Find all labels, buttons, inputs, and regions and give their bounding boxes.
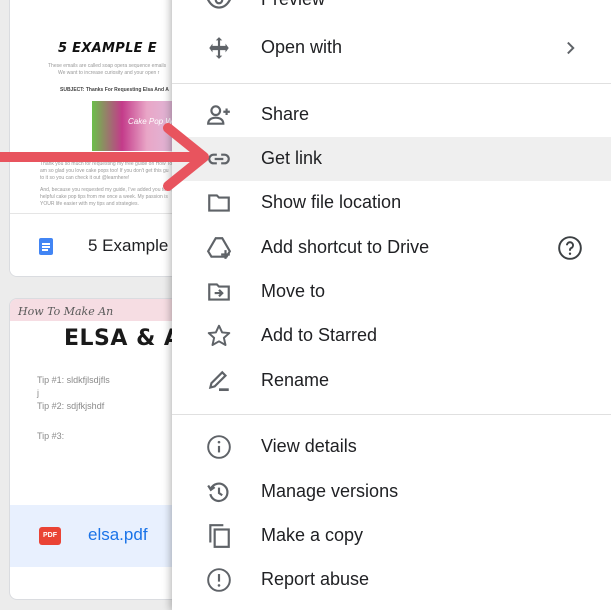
menu-item-label: Share (261, 104, 310, 124)
menu-item-label: View details (261, 436, 357, 456)
menu-item-add-to-starred[interactable]: Add to Starred (172, 314, 611, 358)
google-docs-icon (39, 238, 53, 255)
menu-divider (172, 414, 611, 415)
menu-item-label: Add shortcut to Drive (261, 237, 430, 257)
menu-item-label: Show file location (261, 192, 402, 212)
menu-item-report-abuse[interactable]: Report abuse (172, 558, 611, 602)
doc-preview-text: These emails are called soap opera seque… (48, 63, 167, 69)
report-icon (206, 567, 232, 593)
file-name[interactable]: 5 Example (88, 236, 168, 256)
pdf-preview-text: Tip #3: (37, 431, 65, 441)
menu-item-share[interactable]: Share (172, 93, 611, 137)
menu-divider (172, 83, 611, 84)
menu-item-label: Make a copy (261, 525, 364, 545)
doc-preview-text: YOUR life easier with my tips and strate… (40, 201, 139, 207)
doc-preview-subject: SUBJECT: Thanks For Requesting Elsa And … (60, 87, 169, 93)
history-icon (206, 479, 232, 505)
pdf-preview-script-title: How To Make An (18, 305, 114, 318)
file-name[interactable]: elsa.pdf (88, 525, 148, 545)
move-to-icon (206, 279, 232, 305)
menu-item-label: Get link (261, 148, 323, 168)
menu-item-make-a-copy[interactable]: Make a copy (172, 514, 611, 558)
doc-preview-title: 5 EXAMPLE E (58, 41, 157, 56)
star-icon (206, 323, 232, 349)
eye-icon (206, 0, 232, 13)
copy-icon (206, 523, 232, 549)
pencil-icon (206, 368, 232, 394)
add-shortcut-icon (206, 235, 232, 261)
menu-item-manage-versions[interactable]: Manage versions (172, 470, 611, 514)
doc-preview-text: We want to increase curiosity and your o… (58, 70, 160, 76)
pdf-icon: PDF (39, 527, 61, 545)
menu-item-get-link[interactable]: Get link (172, 137, 611, 181)
menu-item-view-details[interactable]: View details (172, 425, 611, 469)
menu-item-add-shortcut[interactable]: Add shortcut to Drive (172, 226, 611, 270)
menu-item-move-to[interactable]: Move to (172, 270, 611, 314)
menu-item-label: Manage versions (261, 481, 399, 501)
menu-item-label: Add to Starred (261, 325, 378, 345)
help-icon[interactable] (557, 235, 583, 261)
info-icon (206, 434, 232, 460)
menu-item-show-file-location[interactable]: Show file location (172, 181, 611, 225)
menu-item-label: Report abuse (261, 569, 370, 589)
chevron-right-icon (557, 35, 583, 61)
context-menu: Preview Open with Share Get link Show fi… (172, 0, 611, 610)
menu-item-rename[interactable]: Rename (172, 359, 611, 403)
menu-item-label: Preview (261, 0, 325, 10)
menu-item-label: Rename (261, 370, 330, 390)
pdf-preview-text: Tip #1: sldkfjlsdjfls (37, 375, 110, 385)
open-with-icon (206, 35, 232, 61)
annotation-arrow (0, 123, 209, 191)
pdf-preview-text: Tip #2: sdjfkjshdf (37, 401, 105, 411)
menu-item-open-with[interactable]: Open with (172, 26, 611, 70)
menu-item-preview[interactable]: Preview (172, 0, 611, 22)
menu-item-label: Open with (261, 37, 343, 57)
pdf-preview-title: ELSA & A (64, 326, 182, 351)
pdf-preview-text: j (37, 388, 39, 398)
menu-item-label: Move to (261, 281, 326, 301)
